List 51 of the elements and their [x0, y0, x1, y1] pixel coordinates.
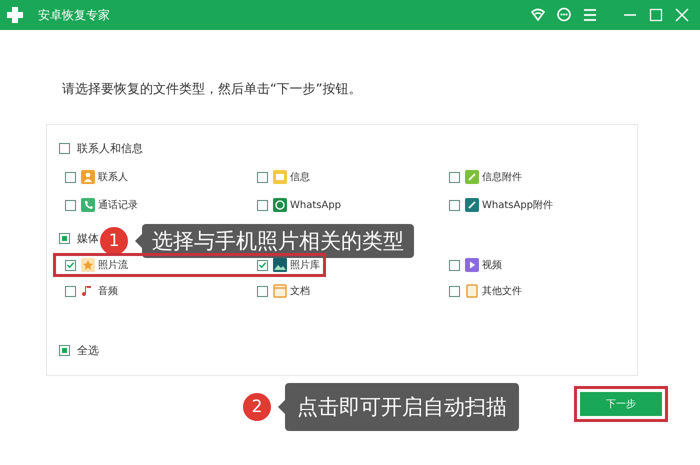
plus-logo-icon [6, 6, 24, 24]
option-label: 文档 [290, 284, 310, 298]
group-label: 媒体 [77, 230, 99, 246]
next-button[interactable]: 下一步 [580, 392, 662, 416]
checkbox[interactable] [65, 286, 76, 296]
picture-icon [273, 258, 287, 272]
callout-text: 选择与手机照片相关的类型 [152, 229, 404, 253]
phone-icon [81, 198, 95, 212]
star-icon [81, 258, 95, 272]
message-icon [273, 170, 287, 184]
checkbox[interactable] [59, 142, 70, 154]
checkbox[interactable] [449, 200, 460, 210]
callout-text: 点击即可开启自动扫描 [297, 395, 507, 419]
contact-icon [81, 170, 95, 184]
option-label: 音频 [98, 284, 118, 298]
select-all-label: 全选 [77, 342, 99, 358]
maximize-icon[interactable] [648, 7, 664, 23]
instruction-text: 请选择要恢复的文件类型，然后单击“下一步”按钮。 [62, 81, 362, 98]
wifi-icon[interactable] [530, 7, 546, 23]
option-label: WhatsApp [290, 200, 342, 210]
number-badge: 2 [241, 391, 273, 423]
option-label: 联系人 [98, 170, 128, 184]
checkbox[interactable] [59, 344, 70, 356]
option-label: 信息 [290, 170, 310, 184]
document-icon [465, 284, 479, 298]
checkbox[interactable] [59, 232, 70, 244]
checkbox[interactable] [257, 172, 268, 182]
window-title: 安卓恢复专家 [38, 6, 110, 24]
checkbox[interactable] [449, 260, 460, 270]
close-icon[interactable] [674, 7, 690, 23]
checkbox[interactable] [65, 172, 76, 182]
play-icon [465, 258, 479, 272]
checkbox[interactable] [449, 172, 460, 182]
chat-bubble-icon [273, 198, 287, 212]
option-label: 通话记录 [98, 198, 138, 212]
option-label: 其他文件 [482, 284, 522, 298]
option-label: WhatsApp附件 [482, 199, 554, 212]
group-label: 联系人和信息 [77, 140, 143, 156]
folder-icon [273, 284, 287, 298]
checkbox[interactable] [257, 260, 268, 270]
option-label: 照片流 [98, 258, 128, 272]
checkbox[interactable] [65, 200, 76, 210]
menu-icon[interactable] [582, 7, 598, 23]
option-label: 照片库 [290, 258, 320, 272]
checkbox[interactable] [65, 260, 76, 270]
checkbox[interactable] [257, 286, 268, 296]
option-label: 信息附件 [482, 170, 522, 184]
chat-icon[interactable] [556, 7, 572, 23]
checkbox[interactable] [449, 286, 460, 296]
checkbox[interactable] [257, 200, 268, 210]
option-label: 视频 [482, 258, 502, 272]
